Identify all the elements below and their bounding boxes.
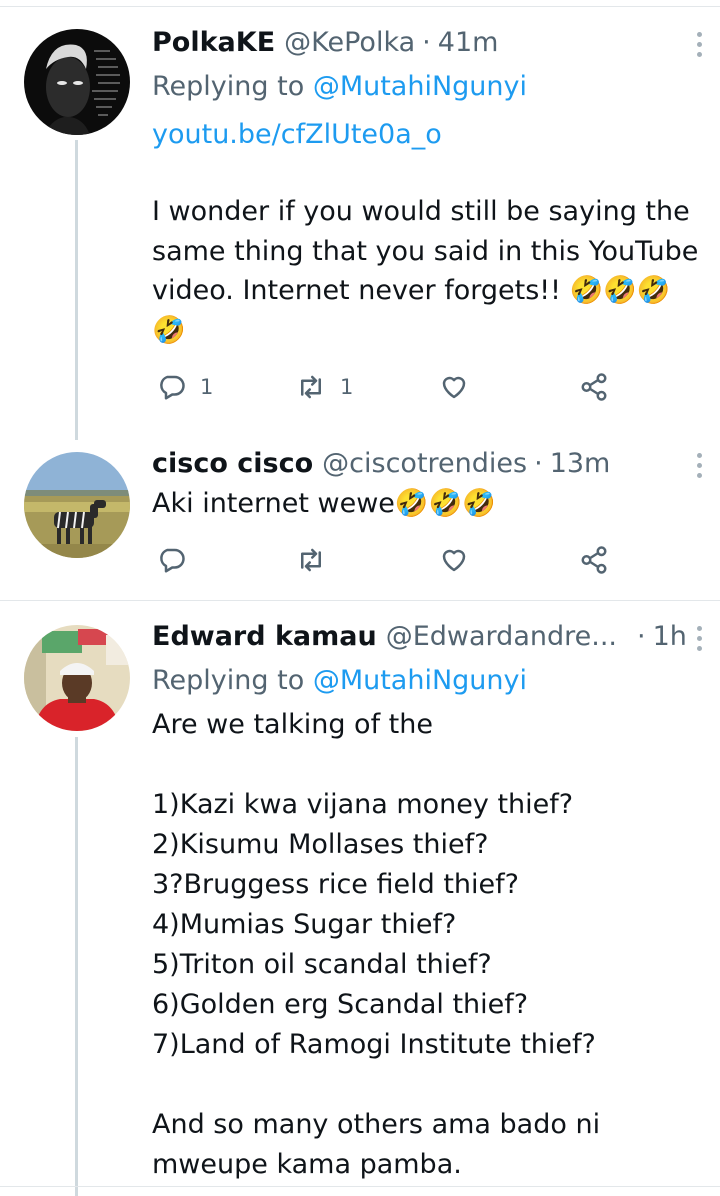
thread-line — [75, 737, 78, 1196]
mention-link[interactable]: @MutahiNgunyi — [313, 665, 527, 696]
share-icon — [581, 373, 607, 401]
avatar[interactable] — [24, 452, 130, 558]
more-vertical-icon[interactable] — [684, 620, 714, 656]
tweet-header: Edward kamau @Edwardandre... · 1h — [152, 619, 700, 655]
reply-icon — [160, 548, 185, 573]
author-name[interactable]: Edward kamau — [152, 619, 377, 655]
reply-icon — [160, 375, 185, 400]
replying-to: Replying to @MutahiNgunyi — [152, 67, 700, 107]
separator-dot: · — [534, 448, 543, 479]
share-button[interactable] — [579, 540, 609, 580]
like-button[interactable] — [439, 367, 469, 407]
replying-to: Replying to @MutahiNgunyi — [152, 661, 700, 701]
author-handle[interactable]: @ciscotrendies — [322, 446, 527, 482]
share-icon — [581, 546, 607, 574]
retweet-icon — [301, 375, 321, 399]
tweet-header: PolkaKE @KePolka · 41m — [152, 25, 700, 61]
reply-thread: PolkaKE @KePolka · 41m Replying to @Muta… — [0, 0, 720, 1196]
author-handle[interactable]: @Edwardandre... — [386, 619, 617, 655]
tweet-text: I wonder if you would still be saying th… — [152, 196, 708, 346]
replying-to-label: Replying to — [152, 71, 313, 102]
reply-button[interactable] — [156, 540, 200, 580]
share-button[interactable] — [579, 367, 609, 407]
tweet-edward[interactable]: Edward kamau @Edwardandre... · 1h Replyi… — [0, 601, 720, 1196]
tweet-cisco[interactable]: cisco cisco @ciscotrendies · 13m Aki int… — [0, 440, 720, 600]
reply-button[interactable]: 1 — [156, 367, 213, 407]
tweet-text: Aki internet wewe🤣🤣🤣 — [152, 488, 496, 519]
retweet-count: 1 — [340, 375, 354, 399]
thread-line — [75, 140, 78, 440]
retweet-icon — [301, 548, 321, 572]
like-icon — [442, 549, 466, 572]
avatar[interactable] — [24, 29, 130, 135]
author-handle[interactable]: @KePolka — [284, 25, 415, 61]
more-vertical-icon[interactable] — [684, 447, 714, 483]
tweet-polkake[interactable]: PolkaKE @KePolka · 41m Replying to @Muta… — [0, 0, 720, 440]
avatar[interactable] — [24, 625, 130, 731]
retweet-button[interactable]: 1 — [296, 367, 353, 407]
more-vertical-icon[interactable] — [684, 26, 714, 62]
reply-count: 1 — [200, 375, 214, 399]
author-name[interactable]: cisco cisco — [152, 446, 313, 482]
timestamp[interactable]: 41m — [438, 25, 499, 61]
url-link[interactable]: youtu.be/cfZlUte0a_o — [152, 115, 700, 155]
separator-dot: · — [637, 621, 646, 652]
mention-link[interactable]: @MutahiNgunyi — [313, 71, 527, 102]
separator-dot: · — [422, 27, 431, 58]
tweet-header: cisco cisco @ciscotrendies · 13m — [152, 446, 700, 482]
timestamp[interactable]: 13m — [550, 446, 611, 482]
like-button[interactable] — [439, 540, 469, 580]
author-name[interactable]: PolkaKE — [152, 25, 275, 61]
retweet-button[interactable] — [296, 540, 340, 580]
bottom-divider — [0, 1186, 720, 1187]
like-icon — [442, 376, 466, 399]
timestamp[interactable]: 1h — [653, 619, 687, 655]
tweet-text: Are we talking of the 1)Kazi kwa vijana … — [152, 709, 601, 1180]
replying-to-label: Replying to — [152, 665, 313, 696]
